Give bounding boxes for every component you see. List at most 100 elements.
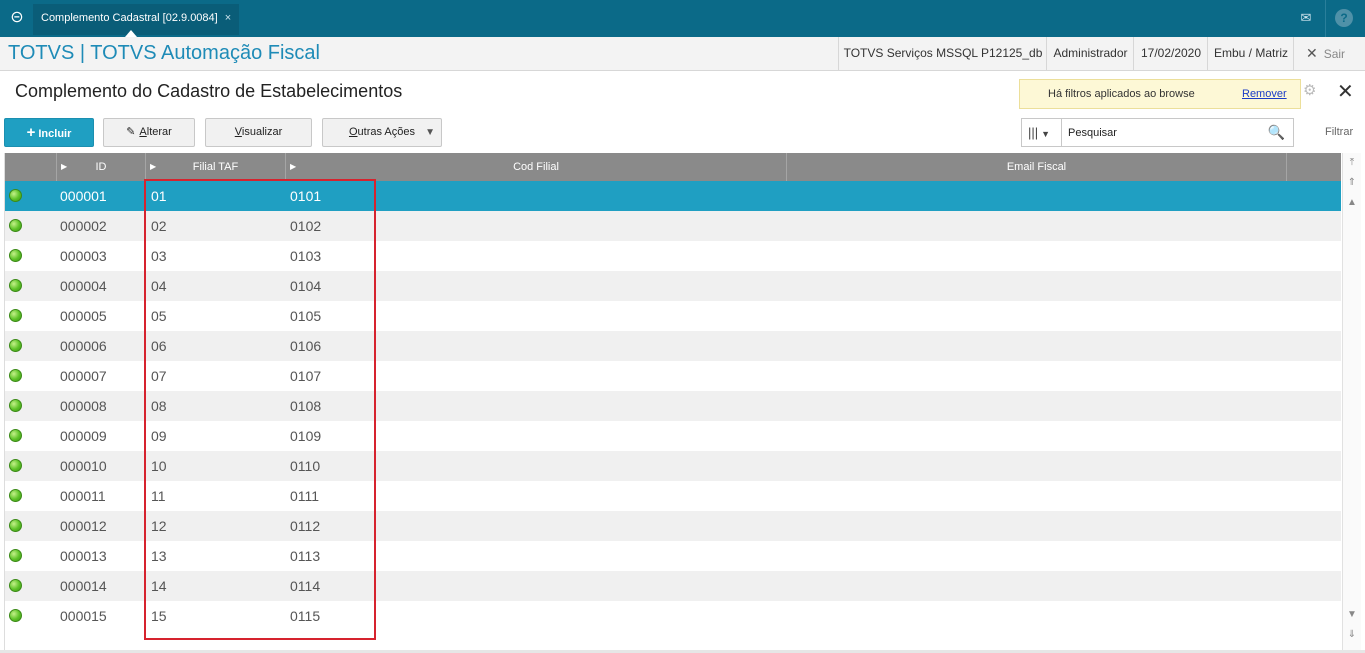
cell-cod-filial: 0107 (290, 368, 322, 384)
cell-cod-filial: 0101 (290, 188, 322, 204)
cell-cod-filial: 0110 (290, 458, 321, 474)
outras-acoes-button[interactable]: Outras Ações ▼ (322, 118, 442, 147)
cell-filial-taf: 12 (151, 518, 167, 534)
cell-filial-taf: 13 (151, 548, 167, 564)
table-row[interactable]: 000015 15 0115 (5, 601, 1341, 631)
search-input[interactable] (1066, 123, 1260, 143)
tab-close-icon[interactable]: × (225, 12, 231, 24)
cell-cod-filial: 0112 (290, 518, 321, 534)
scroll-down-icon[interactable]: ▼ (1345, 608, 1359, 622)
status-dot-icon (9, 549, 22, 562)
environment-label[interactable]: TOTVS Serviços MSSQL P12125_db (838, 37, 1047, 70)
remove-filter-link[interactable]: Remover (1242, 88, 1287, 100)
table-row[interactable]: 000004 04 0104 (5, 271, 1341, 301)
status-dot-icon (9, 339, 22, 352)
sort-arrow-icon: ▶ (290, 162, 297, 171)
tab-active-caret (125, 30, 137, 37)
scroll-page-up-icon[interactable]: ⇑ (1345, 176, 1359, 190)
help-icon[interactable]: ? (1335, 9, 1353, 27)
status-dot-icon (9, 369, 22, 382)
outras-mnemonic: O (348, 126, 358, 138)
column-header-id[interactable]: ▶ ID (57, 153, 146, 181)
cell-id: 000015 (60, 608, 107, 624)
tab-complemento-cadastral[interactable]: Complemento Cadastral [02.9.0084] × (33, 4, 240, 37)
cell-filial-taf: 03 (151, 248, 167, 264)
sort-arrow-icon: ▶ (150, 162, 157, 171)
sort-arrow-icon: ▶ (61, 162, 68, 171)
alterar-label: lterar (146, 126, 172, 138)
table-row[interactable]: 000006 06 0106 (5, 331, 1341, 361)
user-label[interactable]: Administrador (1046, 37, 1134, 70)
mail-icon[interactable]: ✉ (1297, 9, 1315, 27)
columns-icon: ||| (1028, 125, 1039, 140)
table-row[interactable]: 000001 01 0101 (5, 181, 1341, 211)
page-title: Complemento do Cadastro de Estabelecimen… (15, 81, 403, 101)
outras-label: utras Ações (357, 126, 416, 138)
table-row[interactable]: 000005 05 0105 (5, 301, 1341, 331)
cell-id: 000007 (60, 368, 107, 384)
cell-filial-taf: 10 (151, 458, 167, 474)
table-row[interactable]: 000010 10 0110 (5, 451, 1341, 481)
column-header-label: Cod Filial (513, 161, 559, 173)
cell-id: 000001 (60, 188, 107, 204)
table-row[interactable]: 000003 03 0103 (5, 241, 1341, 271)
scroll-up-icon[interactable]: ▲ (1345, 196, 1359, 210)
cell-id: 000010 (60, 458, 107, 474)
column-header-filial-taf[interactable]: ▶ Filial TAF (146, 153, 286, 181)
scroll-page-down-icon[interactable]: ⇓ (1345, 628, 1359, 642)
column-header-status[interactable] (5, 153, 57, 181)
table-row[interactable]: 000013 13 0113 (5, 541, 1341, 571)
column-header-cod-filial[interactable]: ▶ Cod Filial (286, 153, 787, 181)
cell-filial-taf: 08 (151, 398, 167, 414)
cell-filial-taf: 01 (151, 188, 167, 204)
cell-cod-filial: 0103 (290, 248, 322, 264)
table-row[interactable]: 000012 12 0112 (5, 511, 1341, 541)
totvs-logo-icon[interactable]: ⊝ (7, 8, 27, 28)
table-row[interactable]: 000008 08 0108 (5, 391, 1341, 421)
cell-filial-taf: 07 (151, 368, 167, 384)
gear-icon[interactable]: ⚙ (1303, 83, 1317, 98)
status-dot-icon (9, 309, 22, 322)
branch-label[interactable]: Embu / Matriz (1207, 37, 1294, 70)
cell-filial-taf: 11 (151, 488, 166, 504)
column-header-label: Email Fiscal (1006, 161, 1067, 173)
incluir-label: Incluir (38, 128, 72, 140)
cell-id: 000014 (60, 578, 107, 594)
cell-id: 000008 (60, 398, 107, 414)
status-dot-icon (9, 249, 22, 262)
table-row[interactable]: 000014 14 0114 (5, 571, 1341, 601)
alterar-button[interactable]: ✎ Alterar (103, 118, 195, 147)
status-dot-icon (9, 579, 22, 592)
vertical-scrollbar[interactable]: ⤒ ⇑ ▲ ▼ ⇓ (1342, 153, 1361, 650)
date-label[interactable]: 17/02/2020 (1133, 37, 1208, 70)
table-row[interactable]: 000009 09 0109 (5, 421, 1341, 451)
top-tab-bar: ⊝ Complemento Cadastral [02.9.0084] × ✉ … (0, 0, 1365, 37)
column-header-label: ID (95, 161, 107, 173)
search-columns-selector[interactable]: ||| ▼ (1022, 119, 1062, 146)
cell-cod-filial: 0111 (290, 488, 320, 504)
visualizar-label: isualizar (241, 126, 283, 138)
filtrar-link[interactable]: Filtrar (1325, 126, 1353, 138)
incluir-button[interactable]: + Incluir (4, 118, 94, 147)
tab-label: Complemento Cadastral [02.9.0084] (41, 12, 218, 24)
cell-id: 000004 (60, 278, 107, 294)
app-header: TOTVS | TOTVS Automação Fiscal TOTVS Ser… (0, 37, 1365, 71)
search-icon[interactable]: 🔍 (1268, 124, 1285, 141)
visualizar-mnemonic: V (234, 126, 242, 138)
cell-id: 000002 (60, 218, 107, 234)
filter-notice-text: Há filtros aplicados ao browse (1048, 88, 1195, 100)
cell-id: 000006 (60, 338, 107, 354)
exit-button[interactable]: ✕ Sair (1293, 37, 1357, 70)
browse-grid: ▶ ID ▶ Filial TAF ▶ Cod Filial Email Fis… (4, 153, 1341, 650)
table-row[interactable]: 000007 07 0107 (5, 361, 1341, 391)
page-close-icon[interactable]: ✕ (1337, 82, 1354, 102)
visualizar-button[interactable]: Visualizar (205, 118, 312, 147)
table-row[interactable]: 000002 02 0102 (5, 211, 1341, 241)
cell-filial-taf: 02 (151, 218, 167, 234)
cell-filial-taf: 04 (151, 278, 167, 294)
scroll-top-icon[interactable]: ⤒ (1345, 156, 1359, 170)
table-row[interactable]: 000011 11 0111 (5, 481, 1341, 511)
column-header-extra (1287, 153, 1341, 181)
column-header-email-fiscal[interactable]: Email Fiscal (787, 153, 1287, 181)
chevron-down-icon: ▼ (425, 127, 435, 138)
